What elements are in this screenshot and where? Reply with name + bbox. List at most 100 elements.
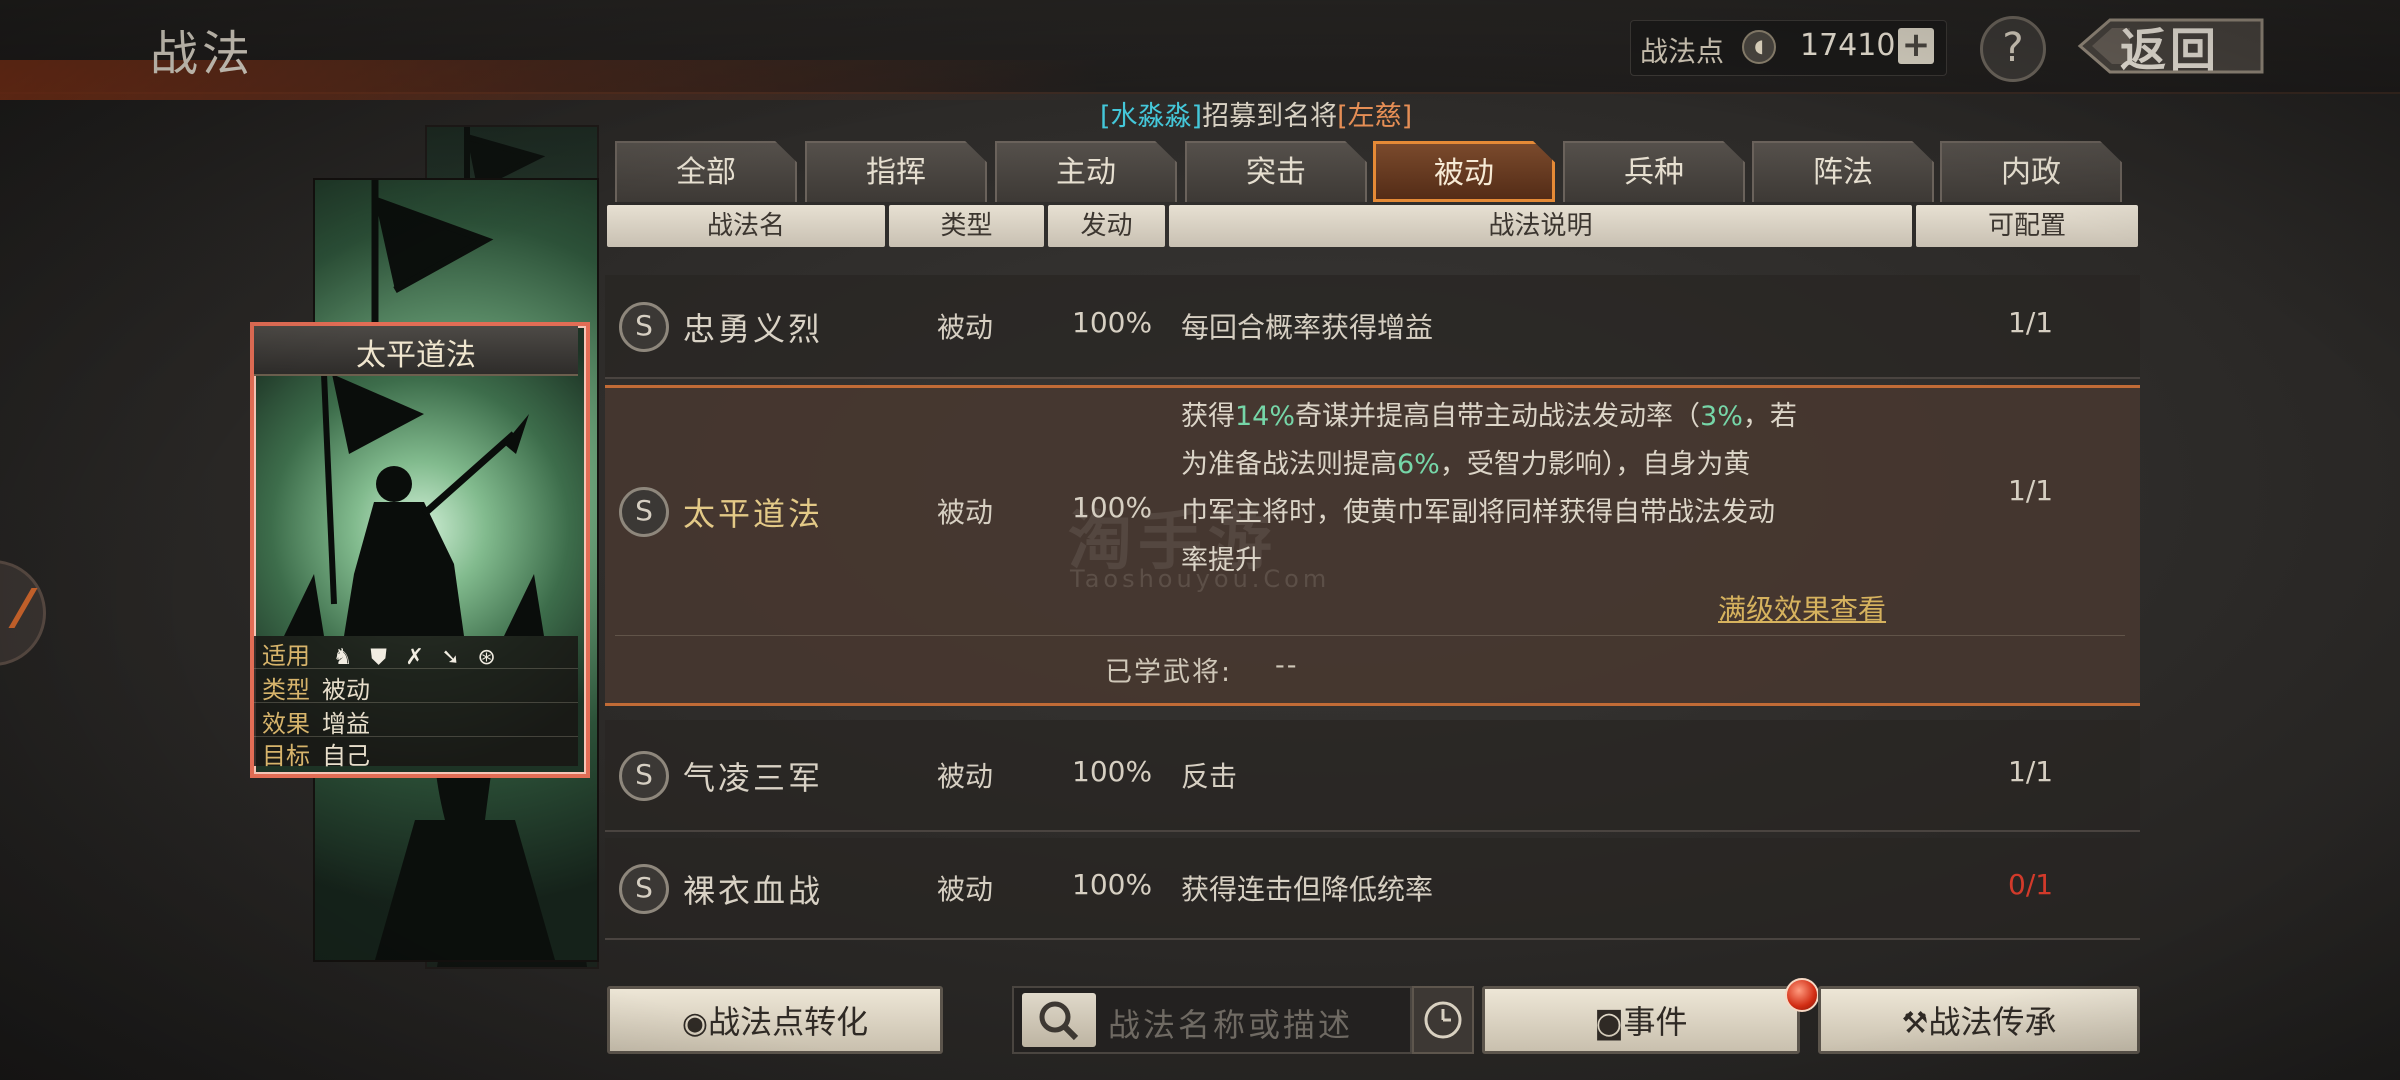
learned-generals-label: 已学武将: [1105, 657, 1233, 688]
watermark-url: Taoshouyou.Com [1070, 565, 1331, 593]
skill-config: 1/1 [2008, 755, 2054, 788]
info-value: 被动 [322, 676, 370, 704]
skill-name: 太平道法 [683, 495, 824, 533]
info-label: 效果 [262, 710, 310, 738]
skill-description: 获得14%奇谋并提高自带主动战法发动率（3%，若 为准备战法则提高6%，受智力影… [1181, 393, 1941, 585]
tab-formation[interactable]: 阵法 [1752, 141, 1934, 202]
announce-bracket: [ [1337, 101, 1348, 132]
skill-type: 被动 [937, 873, 994, 906]
announce-text: 招募到名将 [1202, 101, 1338, 132]
divider [254, 668, 578, 669]
divider [254, 702, 578, 703]
flame-icon: ◉ [681, 1006, 709, 1041]
search-button[interactable] [1022, 993, 1096, 1047]
search-icon [1039, 1001, 1079, 1041]
points-label: 战法点 [1640, 35, 1725, 68]
skill-type: 被动 [937, 496, 994, 529]
desc-highlight: 3% [1700, 401, 1743, 432]
skill-rate: 100% [1072, 755, 1153, 788]
desc-text: 获得 [1181, 401, 1235, 432]
tab-all[interactable]: 全部 [615, 141, 797, 202]
tab-passive[interactable]: 被动 [1373, 141, 1555, 202]
info-row-type: 类型 被动 [262, 670, 370, 704]
back-label: 返回 [2120, 23, 2220, 77]
skill-inherit-button[interactable]: ⚒战法传承 [1818, 986, 2140, 1054]
desc-line: 获得14%奇谋并提高自带主动战法发动率（3%，若 [1181, 393, 1941, 441]
desc-text: 奇谋并提高自带主动战法发动率（ [1295, 401, 1701, 432]
notification-dot [1785, 978, 1819, 1012]
desc-text: 为准备战法则提高 [1181, 449, 1397, 480]
column-header-config[interactable]: 可配置 [1916, 205, 2138, 247]
skill-row-selected[interactable]: S 太平道法 被动 100% 获得14%奇谋并提高自带主动战法发动率（3%，若 … [605, 385, 2140, 706]
skill-description: 反击 [1181, 760, 1238, 793]
info-label: 适用 [262, 642, 310, 670]
announce-bracket: ] [1191, 101, 1203, 132]
column-header-name[interactable]: 战法名 [607, 205, 885, 247]
rank-s-badge: S [619, 864, 669, 914]
alert-icon: ◙ [1594, 1006, 1624, 1041]
skill-config: 1/1 [2008, 474, 2054, 507]
points-value: 17410 [1800, 28, 1896, 63]
skill-inherit-label: 战法传承 [1928, 1003, 2057, 1041]
tab-active[interactable]: 主动 [995, 141, 1177, 202]
desc-text: ，受智力影响），自身为黄 [1439, 449, 1751, 480]
rank-s-badge: S [619, 487, 669, 537]
rank-s-badge: S [619, 751, 669, 801]
skill-rate: 100% [1072, 306, 1153, 339]
rank-s-badge: S [619, 302, 669, 352]
clock-icon [1424, 1001, 1462, 1039]
tab-command[interactable]: 指挥 [805, 141, 987, 202]
skill-type: 被动 [937, 760, 994, 793]
tab-troop[interactable]: 兵种 [1563, 141, 1745, 202]
convert-points-label: 战法点转化 [708, 1003, 869, 1041]
skill-row[interactable]: S 忠勇义烈 被动 100% 每回合概率获得增益 1/1 [605, 275, 2140, 379]
skill-config: 1/1 [2008, 306, 2054, 339]
info-value: 自己 [322, 742, 370, 770]
tab-internal[interactable]: 内政 [1940, 141, 2122, 202]
help-button[interactable]: ? [1980, 16, 2046, 82]
announce-general: 左慈 [1347, 101, 1402, 132]
tab-assault[interactable]: 突击 [1185, 141, 1367, 202]
desc-text: ，若 [1742, 401, 1797, 432]
announce-bracket: [ [1100, 101, 1111, 132]
skill-row[interactable]: S 气凌三军 被动 100% 反击 1/1 [605, 720, 2140, 832]
skill-name: 裸衣血战 [683, 872, 824, 910]
search-placeholder: 战法名称或描述 [1108, 1006, 1354, 1044]
skill-config-unavailable: 0/1 [2008, 868, 2054, 901]
info-row-target: 目标 自己 [262, 736, 370, 770]
column-header-rate[interactable]: 发动 [1048, 205, 1165, 247]
skill-description: 获得连击但降低统率 [1181, 873, 1434, 906]
events-label: 事件 [1623, 1003, 1688, 1041]
skill-name: 气凌三军 [683, 759, 824, 797]
skill-rate: 100% [1072, 868, 1153, 901]
info-value: 增益 [322, 710, 370, 738]
column-header-description: 战法说明 [1169, 205, 1912, 247]
divider [615, 635, 2125, 636]
info-row-effect: 效果 增益 [262, 704, 370, 738]
hammer-icon: ⚒ [1901, 1006, 1929, 1041]
info-label: 类型 [262, 676, 310, 704]
desc-highlight: 6% [1397, 449, 1440, 480]
full-effect-link[interactable]: 满级效果查看 [1718, 588, 1886, 628]
add-points-button[interactable]: + [1898, 28, 1934, 64]
events-button[interactable]: ◙事件 [1482, 986, 1800, 1054]
history-button[interactable] [1412, 986, 1474, 1054]
desc-highlight: 14% [1235, 401, 1296, 432]
desc-line: 为准备战法则提高6%，受智力影响），自身为黄 [1181, 441, 1941, 489]
column-header-type[interactable]: 类型 [889, 205, 1044, 247]
card-info-panel: 适用 ♞ ⛊ ✗ ➘ ⊛ 类型 被动 效果 增益 目标 自己 [254, 636, 578, 770]
recruit-announcement: [水淼淼]招募到名将[左慈] [1100, 94, 1412, 133]
convert-points-button[interactable]: ◉战法点转化 [607, 986, 943, 1054]
desc-line: 巾军主将时，使黄巾军副将同样获得自带战法发动 [1181, 497, 1775, 528]
skill-row[interactable]: S 裸衣血战 被动 100% 获得连击但降低统率 0/1 [605, 838, 2140, 940]
info-row-troops: 适用 ♞ ⛊ ✗ ➘ ⊛ [262, 636, 510, 670]
skill-description: 每回合概率获得增益 [1181, 311, 1434, 344]
skill-type: 被动 [937, 311, 994, 344]
card-title: 太平道法 [356, 338, 476, 373]
points-icon: ◖ [1742, 30, 1776, 64]
announce-bracket: ] [1401, 101, 1413, 132]
card-figure [254, 373, 578, 640]
info-label: 目标 [262, 742, 310, 770]
skill-name: 忠勇义烈 [683, 310, 824, 348]
learned-generals-value: -- [1275, 650, 1299, 681]
